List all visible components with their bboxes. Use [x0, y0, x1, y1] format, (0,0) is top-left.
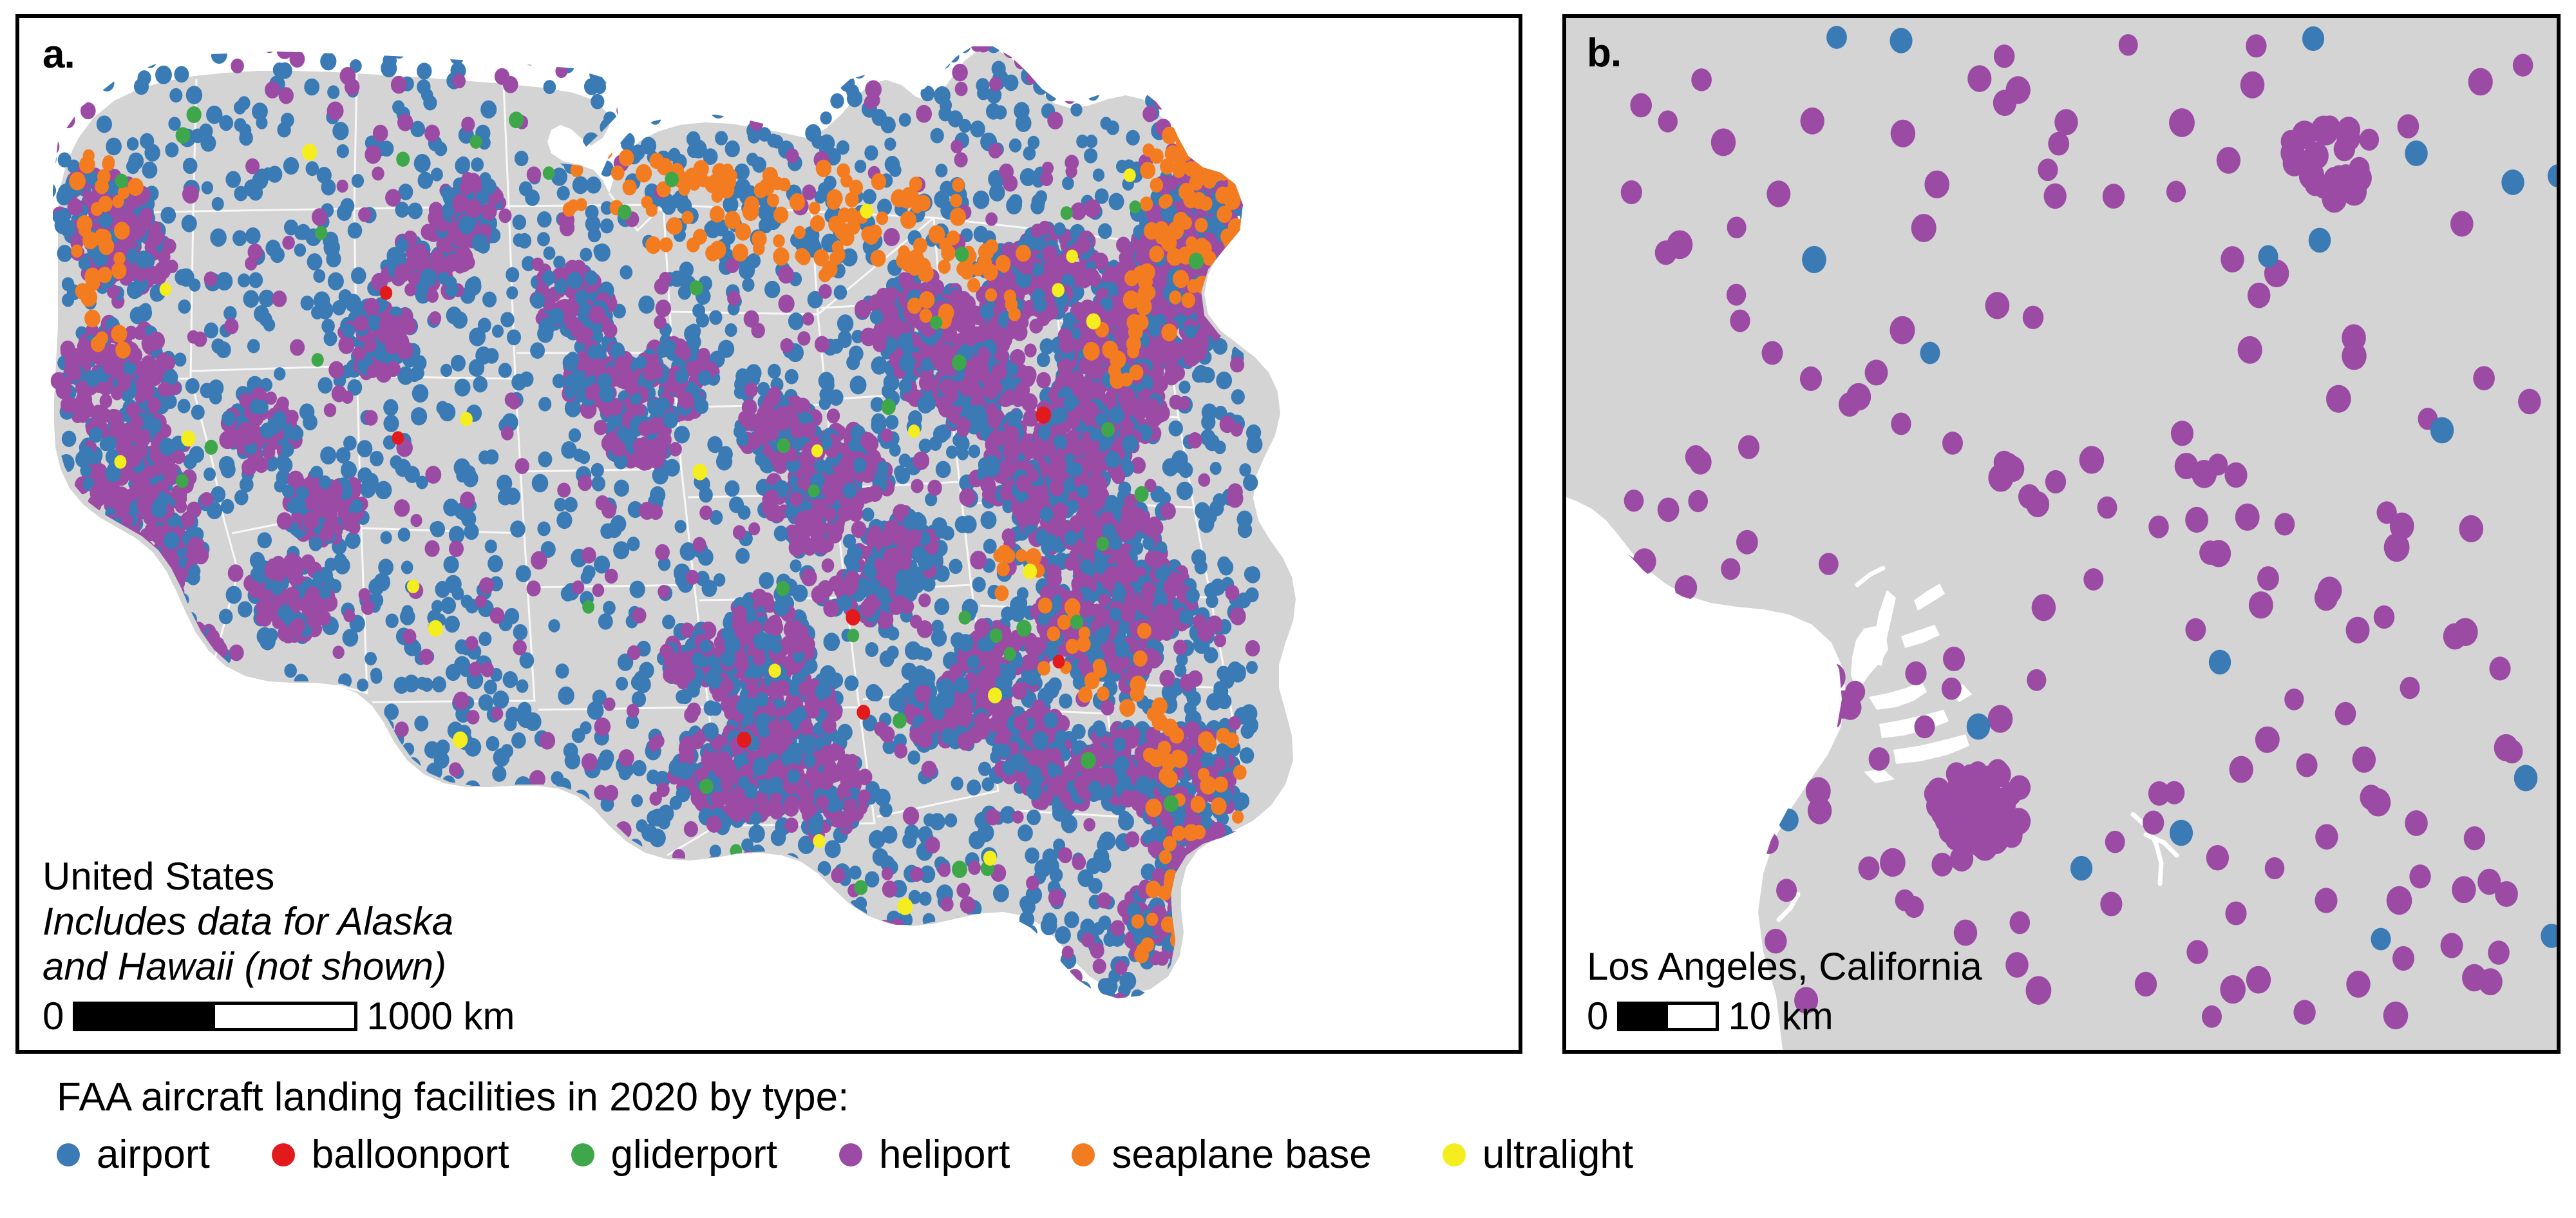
legend-label: ultralight — [1482, 1132, 1634, 1177]
legend-swatch-heliport-icon — [839, 1143, 863, 1166]
legend-label: airport — [97, 1132, 210, 1177]
panel-b-scalebar: 0 10 km — [1587, 997, 1982, 1036]
scalebar-segment-filled — [1620, 1005, 1669, 1028]
legend-item-ultralight[interactable]: ultralight — [1442, 1132, 1634, 1177]
panel-a-scalebar-min: 0 — [43, 994, 64, 1038]
figure-root: a. United States Includes data for Alask… — [0, 0, 2576, 1218]
legend-item-gliderport[interactable]: gliderport — [571, 1135, 777, 1175]
legend-swatch-ultralight-icon — [1442, 1143, 1466, 1166]
legend-label: gliderport — [611, 1132, 778, 1177]
panel-a-caption: United States Includes data for Alaska a… — [43, 854, 515, 1036]
panel-a-united-states-map[interactable]: a. United States Includes data for Alask… — [15, 14, 1522, 1054]
panel-b-scalebar-min: 0 — [1587, 994, 1609, 1038]
legend-swatch-airport-icon — [57, 1143, 80, 1166]
legend-swatch-seaplane-base-icon — [1072, 1143, 1095, 1166]
panel-b-letter: b. — [1587, 31, 1622, 75]
panel-b-region-label: Los Angeles, California — [1587, 945, 1982, 988]
panel-a-note-line-2: and Hawaii (not shown) — [43, 945, 446, 988]
panel-a-scalebar-bar — [73, 1002, 358, 1031]
legend-item-seaplane-base[interactable]: seaplane base — [1072, 1132, 1372, 1177]
legend-swatch-gliderport-icon — [571, 1143, 594, 1166]
legend-item-airport[interactable]: airport — [57, 1135, 210, 1175]
panel-a-letter: a. — [43, 32, 75, 77]
legend-label: heliport — [879, 1132, 1010, 1177]
legend-item-heliport[interactable]: heliport — [839, 1135, 1010, 1175]
legend-title: FAA aircraft landing facilities in 2020 … — [57, 1075, 849, 1119]
panel-a-scalebar-max: 1000 km — [366, 994, 515, 1038]
legend-items: airport balloonport gliderport heliport seap… — [57, 1135, 2504, 1175]
panel-a-scalebar: 0 1000 km — [43, 997, 515, 1036]
legend-swatch-balloonport-icon — [271, 1143, 295, 1166]
panel-a-note-line-1: Includes data for Alaska — [43, 900, 454, 943]
panel-a-region-label: United States — [43, 855, 275, 898]
panel-b-caption: Los Angeles, California 0 10 km — [1587, 944, 1982, 1036]
panel-b-scalebar-bar — [1617, 1002, 1719, 1031]
panel-b-los-angeles-map[interactable]: b. Los Angeles, California 0 10 km — [1562, 14, 2561, 1054]
legend-label: seaplane base — [1112, 1132, 1372, 1177]
la-map-graphic — [1566, 18, 2557, 1050]
scalebar-segment-empty — [1668, 1005, 1716, 1028]
legend: FAA aircraft landing facilities in 2020 … — [57, 1074, 2504, 1175]
scalebar-segment-empty — [215, 1005, 355, 1028]
legend-item-balloonport[interactable]: balloonport — [271, 1132, 509, 1177]
panel-b-scalebar-max: 10 km — [1728, 994, 1833, 1038]
legend-label: balloonport — [311, 1132, 509, 1177]
scalebar-segment-filled — [76, 1005, 216, 1028]
